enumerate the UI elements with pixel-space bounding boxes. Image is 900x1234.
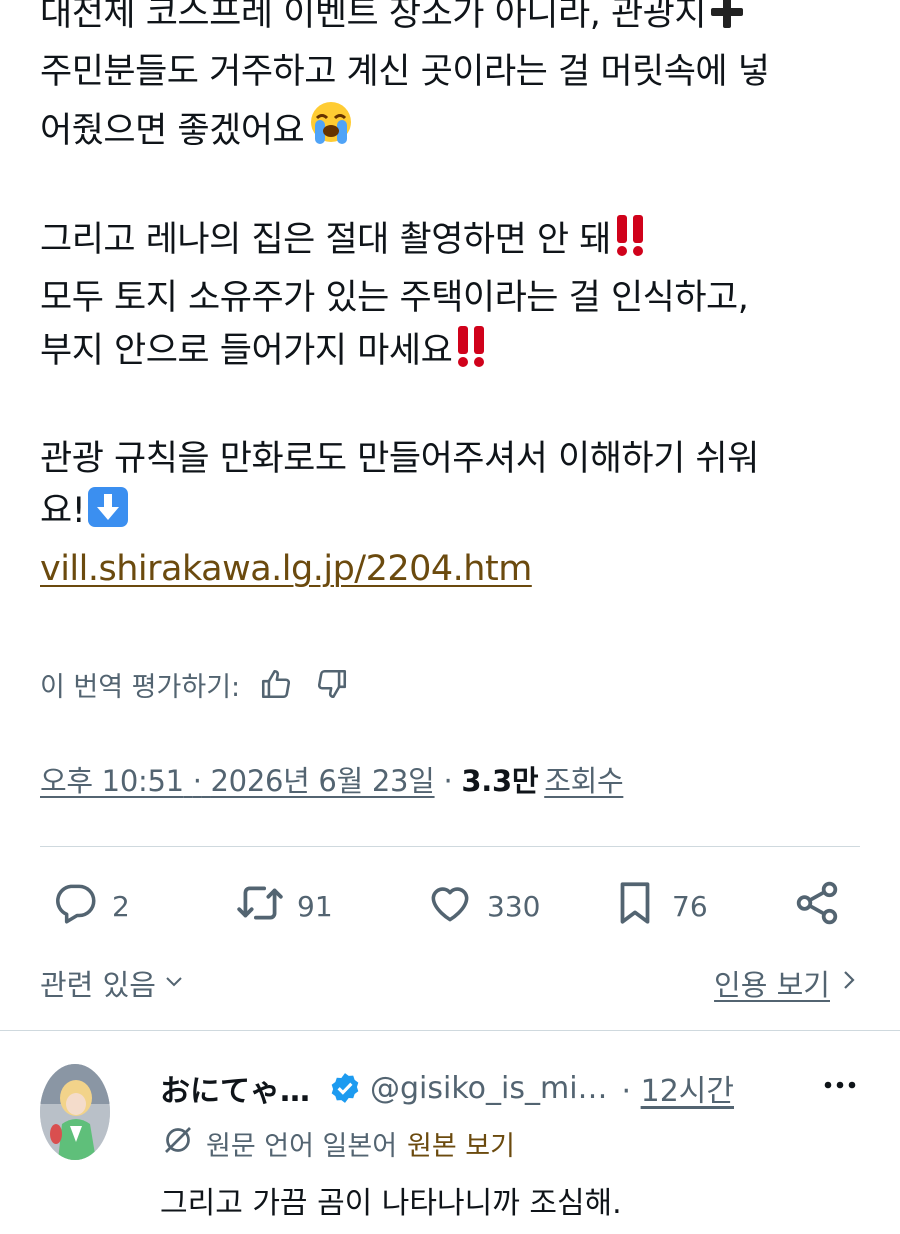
tweet-meta: 오후 10:51 · 2026년 6월 23일 · 3.3만 조회수 <box>40 758 624 800</box>
reply-display-name[interactable]: おにてゃ… <box>160 1066 310 1110</box>
divider <box>40 846 860 847</box>
tweet-line: 그리고 레나의 집은 절대 촬영하면 안 돼 <box>40 220 611 260</box>
thumbs-up-icon[interactable] <box>256 664 296 704</box>
views-count: 3.3만 <box>461 764 539 798</box>
down-arrow-button-icon <box>87 486 129 543</box>
bookmark-button[interactable]: 76 <box>610 878 708 934</box>
reply-header: おにてゃ… @gisiko_is_mi… · 12시간 <box>160 1066 734 1110</box>
tweet-line: 모두 토지 소유주가 있는 주택이라는 걸 인식하고, <box>40 278 749 318</box>
retweet-count: 91 <box>297 889 333 923</box>
rate-translation-label: 이 번역 평가하기: <box>40 671 241 703</box>
reply-count: 2 <box>112 889 130 923</box>
tweet-line: 관광 규칙을 만화로도 만들어주셔서 이해하기 쉬워 <box>40 439 759 479</box>
divider <box>0 1030 900 1031</box>
tweet-time[interactable]: 오후 10:51 · 2026년 6월 23일 <box>40 764 435 798</box>
meta-separator: · <box>621 1074 632 1109</box>
show-original-link[interactable]: 원본 보기 <box>407 1124 515 1163</box>
more-options-icon[interactable] <box>822 1070 858 1104</box>
reply-handle: @gisiko_is_mi… <box>370 1070 608 1106</box>
chevron-right-icon <box>838 966 860 1000</box>
like-count: 330 <box>487 889 541 923</box>
tweet-line: 대전제 코스프레 이벤트 장소가 아니라, 관광지 <box>40 0 707 34</box>
meta-separator: · <box>443 764 453 798</box>
thumbs-down-icon[interactable] <box>312 664 352 704</box>
rate-translation: 이 번역 평가하기: <box>40 664 352 704</box>
tweet-line: 요! <box>40 491 86 531</box>
reply-text: 그리고 가끔 곰이 나타나니까 조심해. <box>160 1186 622 1221</box>
loudly-crying-face-icon <box>306 98 356 163</box>
translation-notice: 원문 언어 일본어 원본 보기 <box>160 1122 515 1165</box>
views-label: 조회수 <box>544 764 624 798</box>
double-exclamation-icon <box>454 324 490 383</box>
related-toggle[interactable]: 관련 있음 <box>40 962 186 1004</box>
reply-time[interactable]: 12시간 <box>641 1074 734 1109</box>
bookmark-icon <box>610 878 660 935</box>
retweet-icon <box>235 878 285 935</box>
share-icon <box>792 878 842 935</box>
translated-from-label: 원문 언어 일본어 <box>206 1131 398 1162</box>
views[interactable]: 3.3만 조회수 <box>461 764 623 798</box>
view-quotes-link[interactable]: 인용 보기 <box>714 962 860 1004</box>
verified-badge-icon <box>328 1071 362 1105</box>
retweet-button[interactable]: 91 <box>235 878 333 934</box>
translate-icon <box>160 1122 196 1165</box>
reply-button[interactable]: 2 <box>50 878 130 934</box>
bookmark-count: 76 <box>672 889 708 923</box>
chevron-down-icon <box>162 966 186 1000</box>
tweet-line: 부지 안으로 들어가지 마세요 <box>40 331 453 371</box>
external-link[interactable]: vill.shirakawa.lg.jp/2204.htm <box>40 549 532 589</box>
view-quotes-label: 인용 보기 <box>714 968 830 1002</box>
heart-icon <box>425 878 475 935</box>
tweet-line: 주민분들도 거주하고 계신 곳이라는 걸 머릿속에 넣 <box>40 52 770 92</box>
heavy-plus-icon <box>708 0 746 46</box>
like-button[interactable]: 330 <box>425 878 540 934</box>
reply-icon <box>50 878 100 935</box>
tweet-line: 어줬으면 좋겠어요 <box>40 111 305 151</box>
related-label: 관련 있음 <box>40 968 156 1002</box>
double-exclamation-icon <box>613 213 649 272</box>
avatar[interactable] <box>40 1064 110 1160</box>
share-button[interactable] <box>792 878 842 934</box>
action-bar: 2 91 330 76 <box>50 878 850 934</box>
tweet-text: 대전제 코스프레 이벤트 장소가 아니라, 관광지 주민분들도 거주하고 계신 … <box>40 0 870 595</box>
